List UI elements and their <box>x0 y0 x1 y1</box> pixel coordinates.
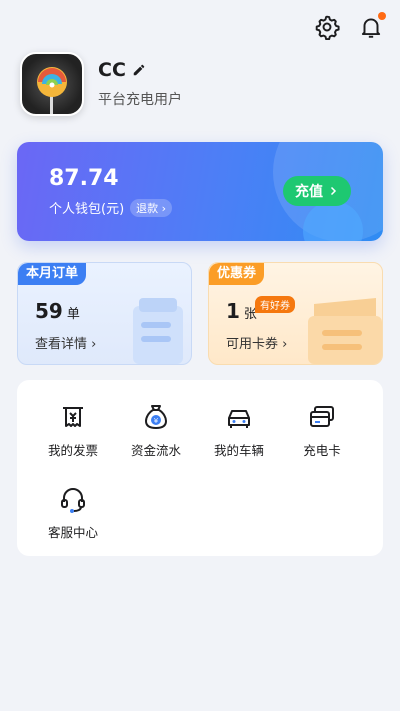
monthly-orders-card[interactable]: 本月订单 59 单 查看详情 › <box>17 262 192 365</box>
recharge-button[interactable]: 充值 <box>283 176 351 206</box>
car-icon <box>228 410 250 428</box>
profile-section: CC 平台充电用户 <box>20 52 182 116</box>
gear-icon <box>315 15 340 41</box>
coupons-available-link[interactable]: 可用卡券 › <box>226 333 287 352</box>
ticket-illustration <box>308 298 382 364</box>
orders-count-unit: 单 <box>66 307 80 322</box>
menu-label: 资金流水 <box>130 443 181 458</box>
services-menu: 我的发票 ¥ 资金流水 我的车辆 充电卡 客服中心 <box>17 380 383 556</box>
wallet-balance: 87.74 <box>49 166 119 191</box>
notifications-button[interactable] <box>358 12 386 40</box>
avatar[interactable] <box>20 52 84 116</box>
coupons-available-label: 可用卡券 <box>226 337 279 352</box>
menu-label: 我的车辆 <box>213 443 264 458</box>
orders-count-number: 59 <box>35 299 63 323</box>
recharge-label: 充值 <box>295 184 323 200</box>
top-bar <box>314 12 386 41</box>
orders-detail-link[interactable]: 查看详情 › <box>35 333 96 352</box>
chevron-right-icon <box>330 186 337 196</box>
menu-item-vehicles[interactable]: 我的车辆 <box>194 402 284 459</box>
menu-item-fund-flow[interactable]: ¥ 资金流水 <box>111 402 201 459</box>
coupons-tag: 优惠券 <box>209 263 265 285</box>
orders-detail-label: 查看详情 <box>35 337 88 352</box>
wallet-label: 个人钱包(元) <box>49 202 125 217</box>
menu-label: 我的发票 <box>47 443 98 458</box>
menu-item-invoice[interactable]: 我的发票 <box>28 402 118 459</box>
lollipop-icon <box>37 67 67 114</box>
coupons-card[interactable]: 优惠券 1 张 有好券 可用卡券 › <box>208 262 383 365</box>
good-coupon-badge: 有好券 <box>255 296 295 313</box>
profile-role: 平台充电用户 <box>98 92 182 108</box>
orders-tag: 本月订单 <box>18 263 87 285</box>
refund-label: 退款 <box>136 201 159 215</box>
coupons-count-number: 1 <box>226 299 240 323</box>
svg-text:¥: ¥ <box>154 417 159 425</box>
wallet-label-row: 个人钱包(元) 退款 › <box>49 198 173 217</box>
document-illustration <box>133 298 183 364</box>
menu-item-customer-service[interactable]: 客服中心 <box>28 484 118 541</box>
edit-icon[interactable] <box>132 63 146 77</box>
notification-dot <box>378 12 386 20</box>
menu-label: 充电卡 <box>303 443 341 458</box>
profile-name: CC <box>98 59 126 81</box>
menu-label: 客服中心 <box>47 525 98 540</box>
settings-button[interactable] <box>314 14 340 41</box>
profile-info: CC 平台充电用户 <box>98 59 182 109</box>
refund-button[interactable]: 退款 › <box>130 198 173 217</box>
card-icon <box>310 406 334 427</box>
coupons-count: 1 张 <box>226 299 257 323</box>
orders-count: 59 单 <box>35 299 80 323</box>
invoice-icon <box>63 407 83 427</box>
menu-item-charging-card[interactable]: 充电卡 <box>277 402 367 459</box>
profile-name-row: CC <box>98 59 182 81</box>
wallet-card[interactable]: 87.74 个人钱包(元) 退款 › 充值 <box>17 142 383 241</box>
money-bag-icon: ¥ <box>145 405 167 429</box>
headset-icon <box>61 488 85 513</box>
